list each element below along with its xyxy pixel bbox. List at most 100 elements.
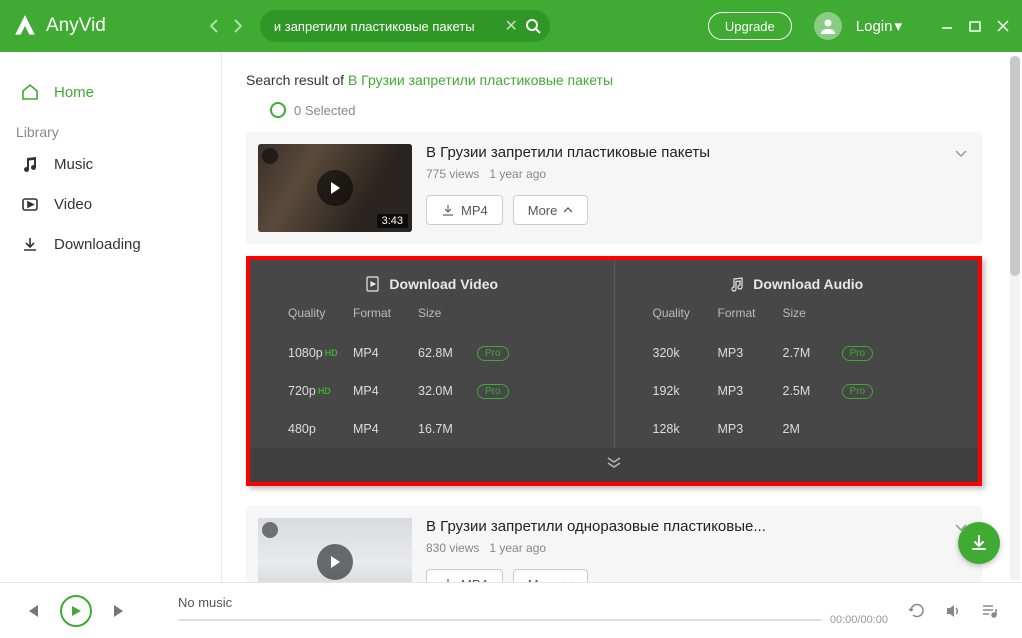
sidebar-label-downloading: Downloading — [54, 236, 141, 253]
play-icon — [70, 605, 82, 617]
search-bar: ✕ — [260, 10, 550, 42]
result-age: 1 year ago — [489, 541, 546, 555]
size-cell: 62.8M — [418, 346, 473, 360]
window-controls — [940, 19, 1010, 33]
thumbnail-badge-icon — [262, 522, 278, 538]
size-cell: 2.5M — [783, 384, 838, 398]
chevron-down-icon: ▾ — [894, 17, 902, 35]
sidebar-section-library: Library — [0, 112, 221, 144]
double-chevron-down-icon — [606, 457, 622, 469]
quality-cell: 320k — [653, 346, 718, 360]
nav-back-button[interactable] — [204, 16, 224, 36]
login-label: Login — [856, 18, 893, 35]
hd-badge: HD — [325, 348, 338, 358]
user-avatar[interactable] — [814, 12, 842, 40]
nav-forward-button[interactable] — [228, 16, 248, 36]
size-cell: 16.7M — [418, 422, 473, 436]
sidebar-item-downloading[interactable]: Downloading — [0, 224, 221, 264]
result-card: 3:43 В Грузии запретили пластиковые паке… — [246, 132, 982, 244]
app-logo: AnyVid — [12, 13, 106, 39]
download-audio-tab[interactable]: Download Audio — [615, 260, 979, 300]
upgrade-button[interactable]: Upgrade — [708, 12, 792, 40]
player-progress-bar[interactable] — [178, 619, 822, 621]
audio-file-icon — [729, 276, 745, 292]
scrollbar-thumb[interactable] — [1010, 56, 1020, 276]
more-label: More — [528, 203, 558, 218]
col-size: Size — [783, 306, 838, 320]
player-playlist-button[interactable] — [980, 602, 998, 620]
video-thumbnail[interactable] — [258, 518, 412, 582]
player-track-title: No music — [178, 595, 888, 610]
format-cell: MP4 — [353, 384, 418, 398]
download-option-row[interactable]: 480pMP416.7M — [288, 410, 614, 448]
result-meta: 775 views 1 year ago — [426, 167, 970, 181]
video-thumbnail[interactable]: 3:43 — [258, 144, 412, 232]
result-title: В Грузии запретили пластиковые пакеты — [426, 144, 970, 161]
col-size: Size — [418, 306, 473, 320]
player-volume-button[interactable] — [944, 602, 962, 620]
format-cell: MP4 — [353, 346, 418, 360]
select-all-checkbox[interactable] — [270, 102, 286, 118]
download-mp4-button[interactable]: MP4 — [426, 195, 503, 225]
format-cell: MP3 — [718, 422, 783, 436]
player-play-button[interactable] — [60, 595, 92, 627]
video-icon — [20, 194, 40, 214]
chevron-up-icon — [563, 205, 573, 215]
download-option-row[interactable]: 1080pHDMP462.8MPro — [288, 334, 614, 372]
download-video-tab[interactable]: Download Video — [250, 260, 615, 300]
search-clear-button[interactable]: ✕ — [500, 16, 521, 36]
quality-cell: 480p — [288, 422, 353, 436]
download-option-row[interactable]: 720pHDMP432.0MPro — [288, 372, 614, 410]
login-button[interactable]: Login▾ — [856, 17, 902, 35]
sidebar-label-music: Music — [54, 156, 93, 173]
selected-count: 0 Selected — [294, 103, 355, 118]
window-minimize-button[interactable] — [940, 19, 954, 33]
sidebar-item-home[interactable]: Home — [0, 72, 221, 112]
search-result-heading: Search result of В Грузии запретили плас… — [246, 72, 982, 88]
music-icon — [20, 154, 40, 174]
download-option-row[interactable]: 320kMP32.7MPro — [653, 334, 979, 372]
player-prev-button[interactable] — [24, 603, 40, 619]
format-cell: MP4 — [353, 422, 418, 436]
download-mp4-button[interactable]: MP4 — [426, 569, 503, 582]
more-button[interactable]: More — [513, 569, 589, 582]
scrollbar[interactable] — [1010, 56, 1020, 580]
result-views: 775 views — [426, 167, 479, 181]
sidebar-label-home: Home — [54, 84, 94, 101]
video-duration: 3:43 — [377, 214, 408, 228]
download-small-icon — [441, 203, 455, 217]
window-maximize-button[interactable] — [968, 19, 982, 33]
format-cell: MP3 — [718, 384, 783, 398]
search-input[interactable] — [274, 19, 501, 34]
download-option-row[interactable]: 192kMP32.5MPro — [653, 372, 979, 410]
app-header: AnyVid ✕ Upgrade Login▾ — [0, 0, 1022, 52]
search-button[interactable] — [522, 15, 544, 37]
result-info: В Грузии запретили пластиковые пакеты 77… — [426, 144, 970, 232]
expand-more-button[interactable] — [250, 448, 978, 482]
search-query-text: В Грузии запретили пластиковые пакеты — [348, 72, 613, 88]
home-icon — [20, 82, 40, 102]
pro-badge: Pro — [477, 384, 509, 399]
window-close-button[interactable] — [996, 19, 1010, 33]
sidebar-item-music[interactable]: Music — [0, 144, 221, 184]
play-icon — [317, 170, 353, 206]
main-content: Search result of В Грузии запретили плас… — [222, 52, 1022, 582]
hd-badge: HD — [318, 386, 331, 396]
col-format: Format — [718, 306, 783, 320]
pro-badge: Pro — [842, 346, 874, 361]
logo-icon — [12, 13, 38, 39]
result-meta: 830 views 1 year ago — [426, 541, 970, 555]
download-option-row[interactable]: 128kMP32M — [653, 410, 979, 448]
player-repeat-button[interactable] — [908, 602, 926, 620]
download-fab[interactable] — [958, 522, 1000, 564]
col-format: Format — [353, 306, 418, 320]
result-views: 830 views — [426, 541, 479, 555]
download-options-panel: Download Video Download Audio Quality Fo… — [246, 256, 982, 486]
play-icon — [317, 544, 353, 580]
player-next-button[interactable] — [112, 603, 128, 619]
sidebar-item-video[interactable]: Video — [0, 184, 221, 224]
col-quality: Quality — [653, 306, 718, 320]
collapse-button[interactable] — [954, 146, 968, 165]
more-button[interactable]: More — [513, 195, 589, 225]
result-card: В Грузии запретили одноразовые пластиков… — [246, 506, 982, 582]
